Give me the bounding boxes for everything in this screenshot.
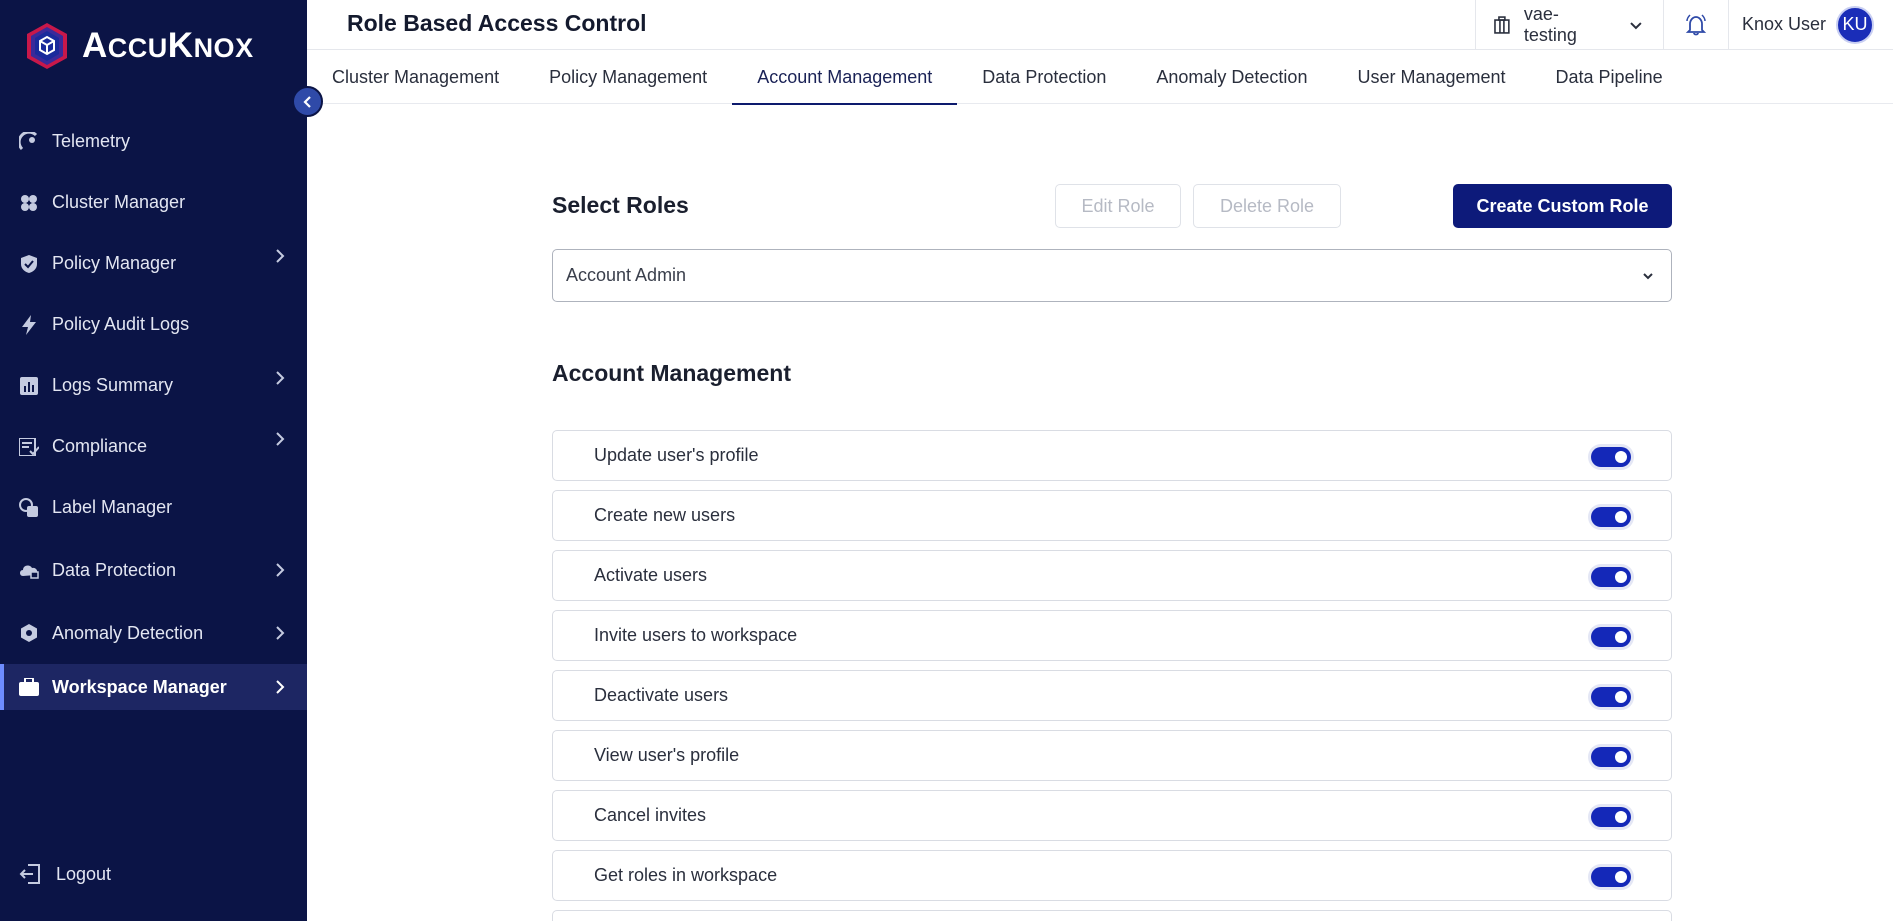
edit-role-button[interactable]: Edit Role: [1055, 184, 1181, 228]
sidebar-item-label: Policy Manager: [52, 253, 177, 273]
sidebar-collapse-button[interactable]: [292, 86, 323, 117]
permission-row-partial: [552, 910, 1672, 921]
permission-label: Deactivate users: [594, 685, 729, 705]
permission-toggle[interactable]: [1591, 567, 1631, 587]
sidebar-item-label: Cluster Manager: [52, 192, 186, 212]
select-roles-title: Select Roles: [552, 192, 689, 218]
permission-row: View user's profile: [552, 730, 1672, 781]
sidebar-item-policy-manager[interactable]: Policy Manager: [0, 233, 307, 294]
sidebar-item-policy-audit-logs[interactable]: Policy Audit Logs: [0, 294, 307, 355]
workspace-name: vae-testing: [1523, 3, 1577, 45]
permission-row: Update user's profile: [552, 430, 1672, 481]
sidebar-item-cluster-manager[interactable]: Cluster Manager: [0, 172, 307, 233]
permission-list: Update user's profile Create new users A…: [552, 430, 1672, 921]
sidebar-item-label: Compliance: [52, 436, 148, 456]
shield-icon: [18, 253, 40, 275]
tab-data-protection[interactable]: Data Protection: [957, 51, 1131, 104]
accuknox-logo: ACCUKNOX: [22, 20, 254, 72]
permission-row: Invite users to workspace: [552, 610, 1672, 661]
bar-chart-icon: [18, 375, 40, 397]
briefcase-icon: [18, 676, 40, 698]
permission-label: Cancel invites: [594, 805, 707, 825]
tab-data-pipeline[interactable]: Data Pipeline: [1531, 51, 1688, 104]
tab-anomaly-detection[interactable]: Anomaly Detection: [1131, 51, 1332, 104]
chevron-right-icon: [276, 249, 285, 263]
chevron-right-icon: [276, 680, 285, 694]
permission-row: Create new users: [552, 490, 1672, 541]
category-tabs: Cluster Management Policy Management Acc…: [307, 51, 1893, 105]
selected-role-value: Account Admin: [566, 265, 687, 285]
permission-label: Activate users: [594, 565, 708, 585]
sidebar-item-label: Telemetry: [52, 131, 131, 151]
chevron-left-icon: [302, 95, 311, 108]
permission-toggle[interactable]: [1591, 447, 1631, 467]
sidebar-item-logs-summary[interactable]: Logs Summary: [0, 355, 307, 416]
create-custom-role-button[interactable]: Create Custom Role: [1453, 184, 1672, 228]
permission-toggle[interactable]: [1591, 627, 1631, 647]
chevron-right-icon: [276, 432, 285, 446]
sidebar-item-label: Label Manager: [52, 497, 173, 517]
sidebar-item-compliance[interactable]: Compliance: [0, 416, 307, 477]
telemetry-icon: [18, 131, 40, 153]
permission-row: Cancel invites: [552, 790, 1672, 841]
notifications-button[interactable]: [1663, 0, 1729, 49]
chevron-right-icon: [276, 563, 285, 577]
tab-account-management[interactable]: Account Management: [732, 51, 958, 105]
workspace-select[interactable]: vae-testing: [1475, 0, 1645, 49]
cloud-lock-icon: [18, 559, 40, 581]
top-header: Role Based Access Control vae-testing Kn…: [307, 0, 1893, 50]
bell-icon: [1685, 13, 1707, 35]
permission-row: Deactivate users: [552, 670, 1672, 721]
sidebar-item-telemetry[interactable]: Telemetry: [0, 111, 307, 172]
page-title: Role Based Access Control: [347, 10, 647, 36]
sidebar-item-label: Anomaly Detection: [52, 622, 204, 643]
permission-toggle[interactable]: [1591, 807, 1631, 827]
building-icon: [1494, 15, 1510, 34]
permission-row: Get roles in workspace: [552, 850, 1672, 901]
permission-toggle[interactable]: [1591, 747, 1631, 767]
sidebar-nav: Telemetry Cluster Manager Policy Manager…: [0, 111, 307, 710]
logout-icon: [19, 864, 40, 884]
role-select[interactable]: Account Admin: [552, 249, 1672, 302]
sidebar: ACCUKNOX Telemetry Cluster Manager Polic…: [0, 0, 307, 921]
permission-label: Update user's profile: [594, 445, 759, 465]
sidebar-item-label: Logs Summary: [52, 375, 174, 395]
checklist-icon: [18, 436, 40, 458]
tab-policy-management[interactable]: Policy Management: [524, 51, 732, 104]
tab-user-management[interactable]: User Management: [1332, 51, 1530, 104]
sidebar-item-label-manager[interactable]: Label Manager: [0, 477, 307, 538]
permission-label: Get roles in workspace: [594, 865, 778, 885]
sidebar-item-data-protection[interactable]: Data Protection: [0, 538, 307, 602]
chevron-right-icon: [276, 626, 285, 640]
chevron-down-icon: [1630, 21, 1642, 29]
chevron-down-icon: [1643, 273, 1653, 280]
sidebar-item-label: Workspace Manager: [52, 676, 227, 697]
label-icon: [18, 497, 40, 519]
cluster-icon: [18, 192, 40, 214]
user-name: Knox User: [1742, 14, 1827, 34]
logout-button[interactable]: Logout: [18, 861, 111, 887]
sidebar-item-workspace-manager[interactable]: Workspace Manager: [0, 664, 307, 710]
permission-label: Invite users to workspace: [594, 625, 798, 645]
avatar: KU: [1836, 5, 1875, 44]
anomaly-icon: [18, 622, 40, 644]
permission-row: Activate users: [552, 550, 1672, 601]
tab-cluster-management[interactable]: Cluster Management: [307, 51, 524, 104]
permission-toggle[interactable]: [1591, 687, 1631, 707]
permission-label: Create new users: [594, 505, 736, 525]
permission-label: View user's profile: [594, 745, 740, 765]
sidebar-item-anomaly-detection[interactable]: Anomaly Detection: [0, 602, 307, 664]
chevron-right-icon: [276, 371, 285, 385]
accuknox-logo-icon: [27, 23, 67, 69]
lightning-icon: [18, 314, 40, 336]
sidebar-item-label: Policy Audit Logs: [52, 314, 190, 334]
delete-role-button[interactable]: Delete Role: [1193, 184, 1341, 228]
permission-toggle[interactable]: [1591, 507, 1631, 527]
sidebar-item-label: Data Protection: [52, 559, 177, 580]
logout-label: Logout: [56, 863, 112, 884]
user-menu[interactable]: Knox User KU: [1742, 0, 1875, 49]
accuknox-wordmark: ACCUKNOX: [82, 26, 254, 65]
account-management-title: Account Management: [552, 360, 791, 386]
permission-toggle[interactable]: [1591, 867, 1631, 887]
